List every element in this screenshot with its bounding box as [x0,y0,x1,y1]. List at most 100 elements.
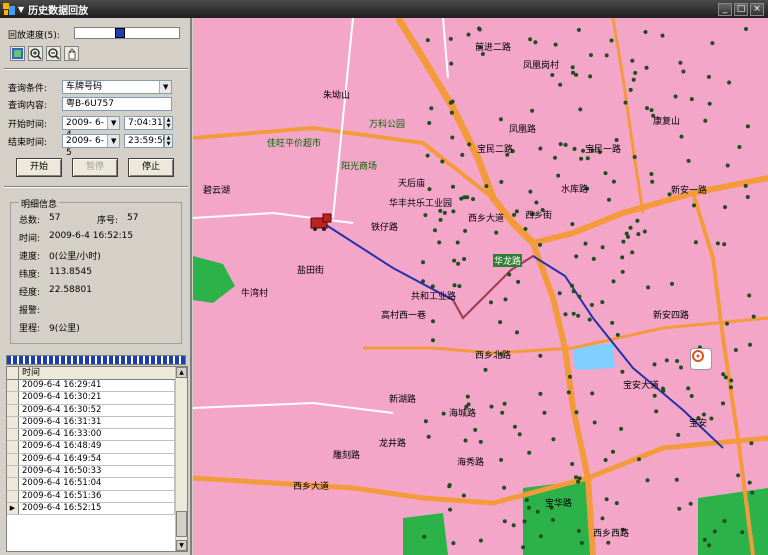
scroll-up-icon[interactable]: ▲ [176,367,187,378]
start-time-spinner[interactable]: ▲ ▼ [164,116,173,130]
maximize-button[interactable]: □ [734,2,748,16]
progress-strip [6,355,186,365]
table-row[interactable]: 2009-6-4 16:51:04 [7,478,175,491]
pause-button[interactable]: 暂停 [72,158,118,177]
total-label: 总数: [19,216,41,226]
start-date-picker[interactable]: 2009- 6- 4 ▼ [62,116,120,140]
window-menu-icon[interactable]: ▼ [18,5,24,14]
poi-dot [570,65,575,70]
poi-dot [747,293,752,298]
map-view[interactable]: 前进二路 凤凰岗村 凤凰路 宝民二路 宝民一路 西乡大道 铁仔路 天后庙 华丰共… [193,18,768,555]
poi-dot [571,311,576,316]
end-time-input[interactable]: 23:59:59 [124,134,168,148]
table-row[interactable]: 2009-6-4 16:48:49 [7,441,175,454]
map-label: 宝华路 [545,499,573,509]
start-time-input[interactable]: 7:04:31 [124,116,164,130]
poi-dot [423,213,428,218]
list-scrollbar[interactable]: ▲ ▼ [175,367,187,551]
poi-dot [538,353,543,358]
table-row[interactable]: 2009-6-4 16:31:31 [7,416,175,430]
poi-dot [674,477,679,482]
stop-button[interactable]: 停止 [128,158,174,177]
poi-dot [462,257,467,261]
table-row[interactable]: 2009-6-4 16:50:33 [7,466,175,479]
table-row[interactable]: 2009-6-4 16:30:21 [7,392,175,405]
scroll-thumb[interactable] [176,511,187,537]
map-canvas [193,18,768,555]
poi-dot [551,437,556,442]
table-row[interactable]: 2009-6-4 16:49:54 [7,453,175,467]
minor-road [442,18,449,79]
pan-hand-icon[interactable] [64,46,79,61]
table-row[interactable]: 2009-6-4 16:29:41 [7,380,175,393]
zoom-out-icon[interactable] [46,46,61,61]
map-label: 西乡北路 [475,351,512,361]
poi-dot [498,117,503,122]
table-row[interactable]: 2009-6-4 16:30:52 [7,404,175,417]
poi-dot [512,212,517,217]
condition-select[interactable]: 车牌号码 ▼ [62,80,172,94]
chevron-down-icon[interactable]: ▼ [107,135,119,147]
start-button[interactable]: 开始 [16,158,62,177]
chevron-down-icon[interactable]: ▼ [159,81,171,93]
map-layer-icon[interactable] [10,46,25,61]
poi-dot [427,187,432,192]
table-row[interactable]: 2009-6-4 16:33:00 [7,429,175,442]
end-time-spinner[interactable]: ▲ ▼ [164,134,173,148]
poi-dot [558,142,563,147]
poi-dot [558,82,563,87]
poi-dot [442,210,447,215]
poi-dot [499,457,504,462]
table-row[interactable]: ▶ 2009-6-4 16:52:15 [7,502,175,516]
speed-slider[interactable] [74,27,180,39]
poi-dot [576,27,581,32]
close-button[interactable]: × [750,2,764,16]
divider [4,186,188,188]
locate-vehicle-icon[interactable] [690,348,712,370]
details-group: 明细信息 总数: 57 序号: 57 时间: 2009-6-4 16:52:15… [10,197,182,344]
scroll-down-icon[interactable]: ▼ [176,540,187,551]
content-input[interactable]: 粤B-6U757 [62,97,172,111]
poi-dot [571,289,576,294]
poi-dot [623,100,628,105]
poi-dot [448,36,453,41]
poi-dot [661,386,665,391]
poi-dot [489,300,493,305]
poi-dot [644,65,649,70]
vehicle-icon[interactable] [310,213,332,231]
lon-label: 经度: [19,288,41,298]
map-label: 碧云湖 [203,186,231,196]
poi-dot [615,332,620,337]
poi-dot [452,283,457,288]
time-cell: 2009-6-4 16:48:49 [19,441,175,453]
start-label: 开始时间: [8,119,48,130]
table-row[interactable]: 2009-6-4 16:51:36 [7,490,175,503]
road [611,18,645,214]
map-label: 朱坳山 [323,91,351,101]
poi-dot [437,240,442,245]
title-bar: ▼ 历史数据回放 _ □ × [0,0,768,18]
poi-dot [422,534,427,539]
map-label: 凤凰路 [509,125,537,135]
poi-dot [637,457,641,462]
end-date-picker[interactable]: 2009- 6- 5 ▼ [62,134,120,158]
poi-dot [620,269,625,274]
poi-dot [574,475,578,480]
zoom-in-icon[interactable] [28,46,43,61]
poi-dot [556,173,561,178]
minimize-button[interactable]: _ [718,2,732,16]
map-label: 西乡西路 [593,529,630,539]
poi-dot [551,517,555,522]
poi-dot [477,27,482,32]
speed-slider-thumb[interactable] [115,28,125,38]
poi-dot [433,228,437,233]
poi-dot [611,449,615,454]
row-header [7,453,19,466]
poi-dot [579,156,584,161]
poi-dot [689,394,694,398]
chevron-down-icon[interactable]: ▼ [107,117,119,129]
poi-dot [631,77,636,82]
mileage-value: 9(公里) [49,324,80,334]
list-column-time[interactable]: 时间 [19,367,175,379]
map-label: 万科公园 [369,120,406,130]
